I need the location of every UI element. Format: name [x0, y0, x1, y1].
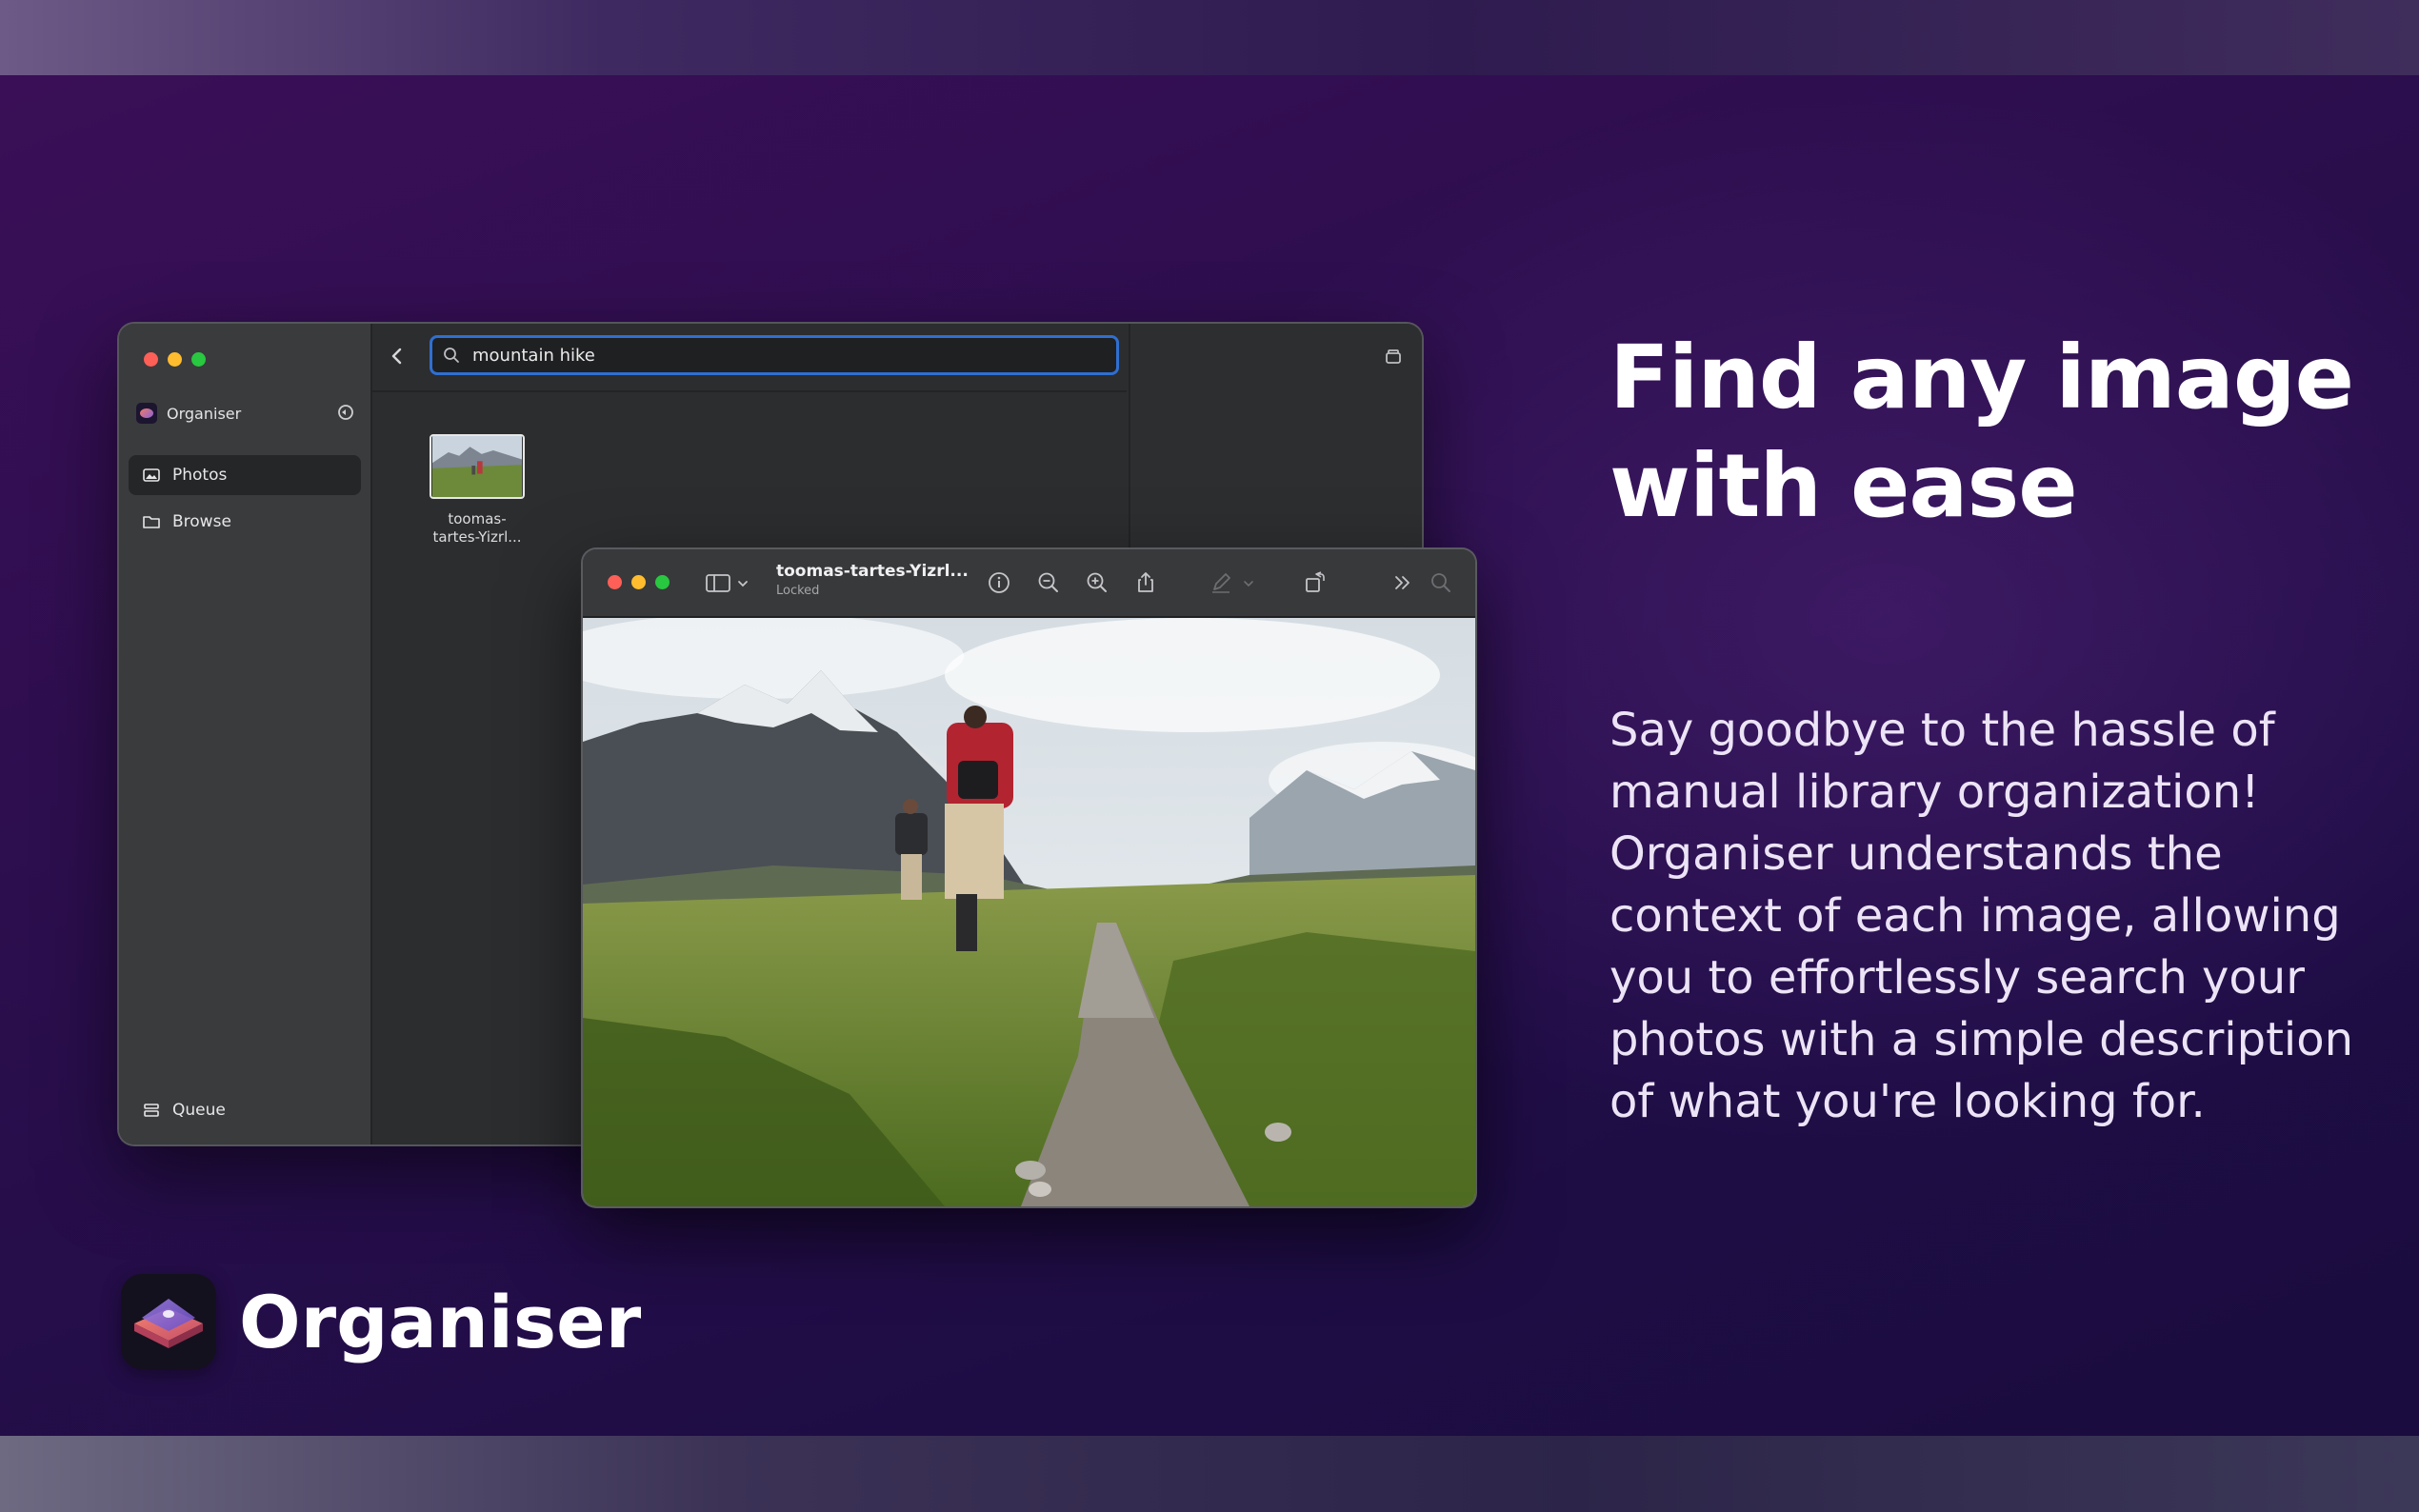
folder-icon: [143, 516, 160, 528]
search-field[interactable]: [430, 335, 1119, 375]
headline-line1: Find any image: [1609, 327, 2354, 428]
zoom-in-icon[interactable]: [1085, 570, 1110, 595]
search-input[interactable]: [470, 344, 1116, 367]
sidebar-item-label: Queue: [172, 1101, 226, 1120]
search-icon: [444, 348, 459, 363]
markup-icon[interactable]: [1209, 570, 1258, 595]
sidebar-item-queue[interactable]: Queue: [129, 1090, 361, 1130]
window-controls: [144, 352, 206, 367]
result-thumbnail[interactable]: [430, 434, 525, 499]
window-controls: [608, 575, 670, 589]
rotate-icon[interactable]: [1303, 570, 1328, 595]
sidebar-toggle-icon[interactable]: [705, 570, 754, 595]
sidebar-item-photos[interactable]: Photos: [129, 455, 361, 495]
preview-window: toomas-tartes-Yizrl... Locked: [583, 549, 1475, 1206]
more-icon[interactable]: [1390, 570, 1415, 595]
close-button[interactable]: [144, 352, 158, 367]
body-copy: Say goodbye to the hassle of manual libr…: [1609, 704, 2354, 1128]
result-label: toomas- tartes-Yizrl...: [410, 510, 544, 547]
search-icon[interactable]: [1429, 570, 1453, 595]
minimize-button[interactable]: [631, 575, 646, 589]
queue-icon: [144, 1104, 159, 1117]
sidebar-item-label: Browse: [172, 512, 231, 531]
logo-mark: [134, 1299, 203, 1348]
zoom-out-icon[interactable]: [1036, 570, 1061, 595]
sidebar-app-header: Organiser: [136, 403, 241, 424]
bottom-letterbox: [0, 1436, 2419, 1512]
app-logo-icon: [121, 1274, 216, 1369]
zoom-button[interactable]: [191, 352, 206, 367]
sidebar-item-browse[interactable]: Browse: [129, 502, 361, 542]
headline: Find any image with ease: [1609, 324, 2371, 541]
document-title[interactable]: toomas-tartes-Yizrl...: [776, 562, 969, 581]
sidebar: Organiser Photos Browse Queue: [119, 324, 372, 1144]
thumbnail-image: [431, 436, 523, 497]
photo-icon: [143, 468, 160, 482]
result-label-line1: toomas-: [448, 510, 507, 527]
result-label-line2: tartes-Yizrl...: [432, 528, 522, 546]
sidebar-app-name: Organiser: [167, 404, 242, 423]
close-button[interactable]: [608, 575, 622, 589]
info-icon[interactable]: [987, 570, 1011, 595]
sync-icon[interactable]: [336, 403, 355, 422]
archive-icon[interactable]: [1382, 345, 1405, 368]
share-icon[interactable]: [1133, 570, 1158, 595]
search-toolbar: [372, 324, 1127, 392]
brand-lockup: Organiser: [121, 1274, 641, 1369]
top-letterbox: [0, 0, 2419, 75]
preview-image: [583, 618, 1475, 1206]
brand-name: Organiser: [239, 1279, 642, 1364]
headline-line2: with ease: [1609, 435, 2078, 537]
app-logo-icon: [136, 403, 157, 424]
chevron-left-icon[interactable]: [386, 345, 409, 368]
sidebar-item-label: Photos: [172, 466, 228, 485]
zoom-button[interactable]: [655, 575, 670, 589]
document-status: Locked: [776, 584, 820, 598]
minimize-button[interactable]: [168, 352, 182, 367]
preview-toolbar: toomas-tartes-Yizrl... Locked: [583, 549, 1475, 618]
